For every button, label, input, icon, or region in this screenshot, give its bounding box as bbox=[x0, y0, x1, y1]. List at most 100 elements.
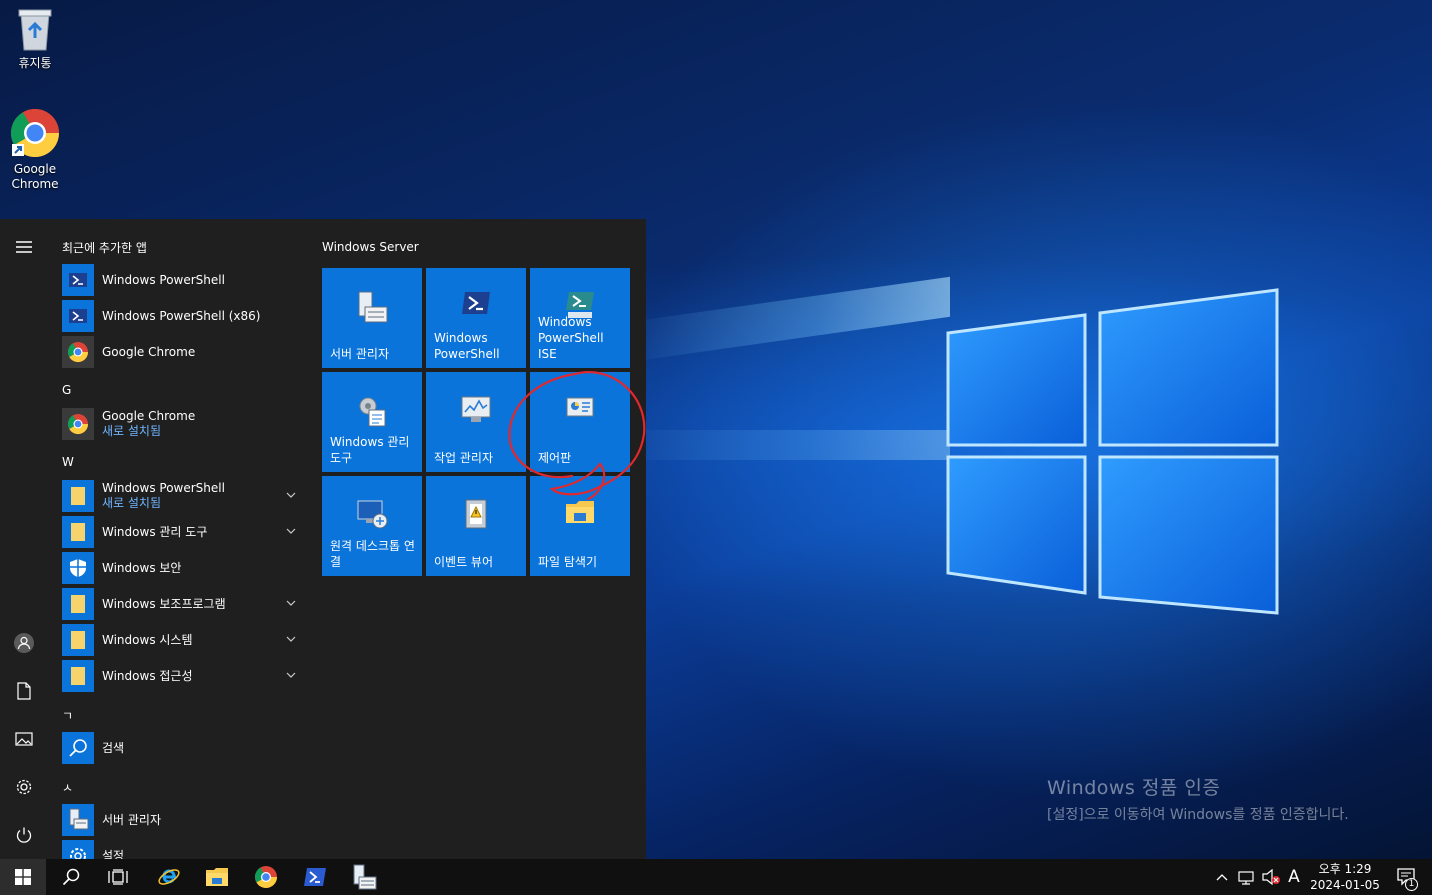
tile-windows-powershell[interactable]: Windows PowerShell bbox=[426, 268, 526, 368]
list-item-label: Windows PowerShell bbox=[102, 272, 225, 287]
list-item-label: Windows PowerShell bbox=[102, 481, 225, 495]
settings-button[interactable] bbox=[0, 765, 48, 809]
tile-server-manager[interactable]: 서버 관리자 bbox=[322, 268, 422, 368]
desktop-icon-label: Google Chrome bbox=[11, 162, 59, 191]
list-item[interactable]: 설정 bbox=[62, 838, 306, 859]
pictures-icon bbox=[15, 732, 33, 746]
list-item[interactable]: Google Chrome 새로 설치됨 bbox=[62, 406, 306, 442]
activation-title: Windows 정품 인증 bbox=[1047, 777, 1221, 799]
list-item-text: Google Chrome 새로 설치됨 bbox=[102, 409, 195, 439]
folder-icon bbox=[62, 624, 94, 656]
taskbar-powershell[interactable] bbox=[292, 859, 338, 895]
list-item[interactable]: Windows 보안 bbox=[62, 550, 306, 586]
tile-group-title[interactable]: Windows Server bbox=[322, 240, 419, 254]
start-rail bbox=[0, 219, 48, 859]
documents-button[interactable] bbox=[0, 669, 48, 713]
group-header-s[interactable]: ㅅ bbox=[62, 779, 73, 796]
recycle-bin-icon bbox=[18, 9, 52, 51]
chevron-down-icon[interactable] bbox=[286, 598, 296, 608]
folder-icon bbox=[206, 868, 228, 886]
list-item-label: 검색 bbox=[102, 740, 125, 755]
folder-item[interactable]: Windows 보조프로그램 bbox=[62, 586, 306, 622]
action-center-button[interactable]: 1 bbox=[1392, 859, 1422, 895]
powershell-icon bbox=[62, 300, 94, 332]
folder-item[interactable]: Windows 접근성 bbox=[62, 658, 306, 694]
list-item-label: Windows 보안 bbox=[102, 560, 182, 575]
power-button[interactable] bbox=[0, 813, 48, 857]
tile-windows-powershell-ise[interactable]: Windows PowerShell ISE bbox=[530, 268, 630, 368]
app-list: 최근에 추가한 앱 Windows PowerShell Windows Pow… bbox=[48, 219, 308, 859]
chevron-down-icon[interactable] bbox=[286, 490, 296, 500]
task-view-button[interactable] bbox=[95, 859, 141, 895]
pictures-button[interactable] bbox=[0, 717, 48, 761]
search-button[interactable] bbox=[48, 859, 94, 895]
list-item[interactable]: Google Chrome bbox=[62, 334, 306, 370]
control-panel-icon bbox=[566, 397, 594, 417]
group-header-g[interactable]: G bbox=[62, 383, 71, 397]
tile-label: 파일 탐색기 bbox=[538, 555, 598, 569]
tile-control-panel[interactable]: 제어판 bbox=[530, 372, 630, 472]
tile-label: Windows PowerShell ISE bbox=[538, 315, 604, 361]
tile-label: 작업 관리자 bbox=[434, 451, 494, 465]
windows-icon bbox=[15, 869, 31, 885]
tile-label: 원격 데스크톱 연결 bbox=[330, 539, 415, 569]
list-item[interactable]: 서버 관리자 bbox=[62, 802, 306, 838]
desktop-icon-google-chrome[interactable]: Google Chrome bbox=[0, 108, 70, 192]
list-item-label: Google Chrome bbox=[102, 409, 196, 423]
clock[interactable]: 오후 1:29 2024-01-05 bbox=[1300, 861, 1390, 893]
taskbar-file-explorer[interactable] bbox=[194, 859, 240, 895]
group-header-k[interactable]: ㄱ bbox=[62, 707, 73, 724]
desktop-icon-recycle-bin[interactable]: 휴지통 bbox=[0, 6, 70, 71]
expand-menu-button[interactable] bbox=[0, 225, 48, 269]
shield-icon bbox=[62, 552, 94, 584]
search-icon bbox=[62, 868, 80, 886]
folder-item[interactable]: Windows 시스템 bbox=[62, 622, 306, 658]
folder-icon bbox=[62, 588, 94, 620]
list-item[interactable]: Windows PowerShell bbox=[62, 262, 306, 298]
taskbar-server-manager[interactable] bbox=[341, 859, 387, 895]
tile-label: Windows PowerShell bbox=[434, 331, 500, 361]
chrome-icon bbox=[62, 336, 94, 368]
chevron-up-icon bbox=[1216, 874, 1228, 881]
chevron-down-icon[interactable] bbox=[286, 526, 296, 536]
new-install-badge: 새로 설치됨 bbox=[102, 424, 162, 438]
volume-muted-icon bbox=[1262, 869, 1280, 885]
server-manager-icon bbox=[358, 291, 388, 323]
recent-header: 최근에 추가한 앱 bbox=[62, 241, 147, 255]
light-beam bbox=[600, 430, 950, 460]
folder-item[interactable]: Windows 관리 도구 bbox=[62, 514, 306, 550]
folder-item[interactable]: Windows PowerShell 새로 설치됨 bbox=[62, 478, 306, 514]
chevron-down-icon[interactable] bbox=[286, 670, 296, 680]
network-button[interactable] bbox=[1235, 859, 1257, 895]
group-header-w[interactable]: W bbox=[62, 455, 74, 469]
desktop-icon-label: 휴지통 bbox=[18, 56, 52, 70]
file-explorer-icon bbox=[566, 501, 594, 523]
user-icon bbox=[14, 633, 34, 653]
internet-explorer-icon bbox=[158, 869, 180, 885]
taskbar-internet-explorer[interactable] bbox=[146, 859, 192, 895]
powershell-icon bbox=[62, 264, 94, 296]
hamburger-icon bbox=[16, 241, 32, 253]
tile-task-manager[interactable]: 작업 관리자 bbox=[426, 372, 526, 472]
volume-button[interactable] bbox=[1259, 859, 1283, 895]
list-item[interactable]: 검색 bbox=[62, 730, 306, 766]
tile-remote-desktop[interactable]: 원격 데스크톱 연결 bbox=[322, 476, 422, 576]
tile-event-viewer[interactable]: 이벤트 뷰어 bbox=[426, 476, 526, 576]
list-item-label: Windows 관리 도구 bbox=[102, 524, 208, 539]
admin-tools-icon bbox=[359, 397, 386, 427]
start-button[interactable] bbox=[0, 859, 46, 895]
tile-label: Windows 관리 도구 bbox=[330, 435, 410, 465]
tile-windows-admin-tools[interactable]: Windows 관리 도구 bbox=[322, 372, 422, 472]
list-item-label: Windows 접근성 bbox=[102, 668, 193, 683]
search-icon bbox=[62, 732, 94, 764]
taskbar-google-chrome[interactable] bbox=[243, 859, 289, 895]
list-item-text: Windows PowerShell 새로 설치됨 bbox=[102, 481, 225, 511]
light-beam bbox=[620, 276, 950, 364]
show-hidden-icons-button[interactable] bbox=[1212, 859, 1232, 895]
user-account-button[interactable] bbox=[0, 621, 48, 665]
task-view-icon bbox=[108, 869, 128, 885]
list-item-label: 설정 bbox=[102, 848, 125, 860]
tile-file-explorer[interactable]: 파일 탐색기 bbox=[530, 476, 630, 576]
chevron-down-icon[interactable] bbox=[286, 634, 296, 644]
list-item[interactable]: Windows PowerShell (x86) bbox=[62, 298, 306, 334]
